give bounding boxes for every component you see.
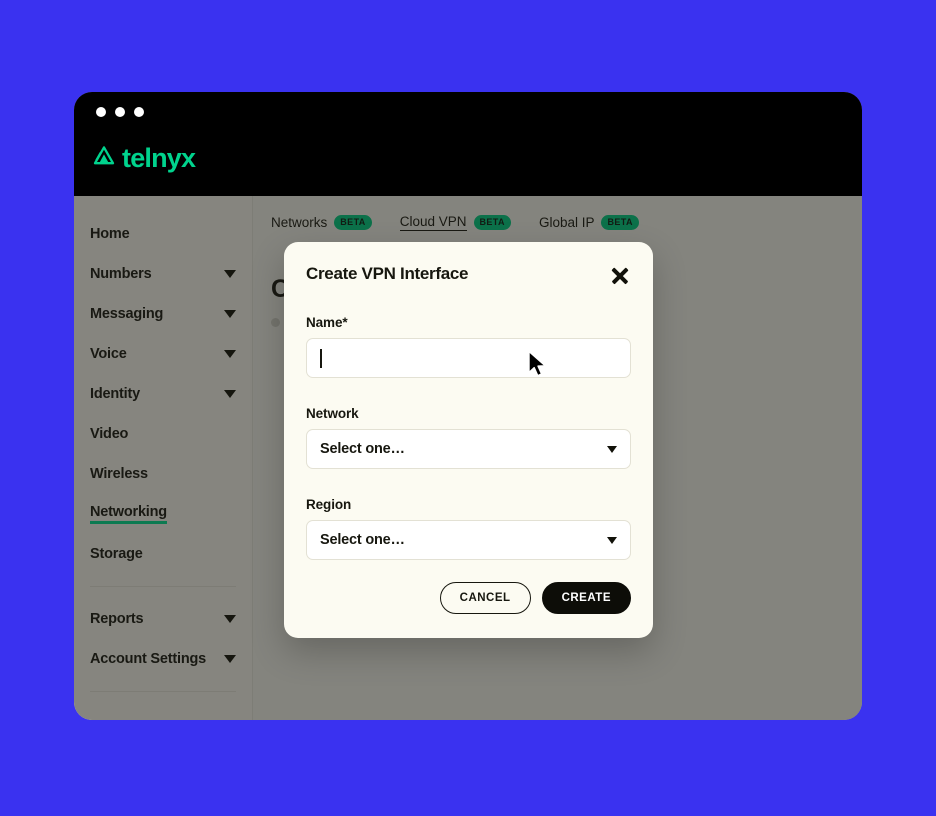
window-minimize-dot[interactable] <box>115 107 125 117</box>
brand-logo[interactable]: telnyx <box>92 143 196 173</box>
network-select[interactable]: Select one… <box>306 429 631 469</box>
telnyx-triangle-logo-icon <box>92 144 116 173</box>
brand-wordmark: telnyx <box>122 143 196 173</box>
window-maximize-dot[interactable] <box>134 107 144 117</box>
close-icon[interactable] <box>609 265 631 287</box>
dialog-actions: CANCEL CREATE <box>439 582 631 614</box>
text-caret <box>320 348 322 368</box>
dialog-title: Create VPN Interface <box>306 264 469 283</box>
window-titlebar: telnyx <box>74 92 862 196</box>
network-select-value: Select one… <box>320 441 405 457</box>
window-traffic-lights <box>96 107 144 117</box>
window-close-dot[interactable] <box>96 107 106 117</box>
name-input[interactable] <box>306 338 631 378</box>
region-select[interactable]: Select one… <box>306 520 631 560</box>
required-marker: * <box>342 315 348 330</box>
name-label-text: Name <box>306 315 343 330</box>
create-vpn-interface-dialog: Create VPN Interface Name* Network Selec… <box>284 242 653 638</box>
name-field-label: Name* <box>306 315 631 330</box>
chevron-down-icon <box>607 536 617 544</box>
region-select-value: Select one… <box>320 532 405 548</box>
dialog-header: Create VPN Interface <box>306 264 631 287</box>
cancel-button[interactable]: CANCEL <box>439 582 531 614</box>
create-button[interactable]: CREATE <box>541 582 631 614</box>
region-field-label: Region <box>306 497 352 512</box>
network-field-label: Network <box>306 406 359 421</box>
chevron-down-icon <box>607 445 617 453</box>
